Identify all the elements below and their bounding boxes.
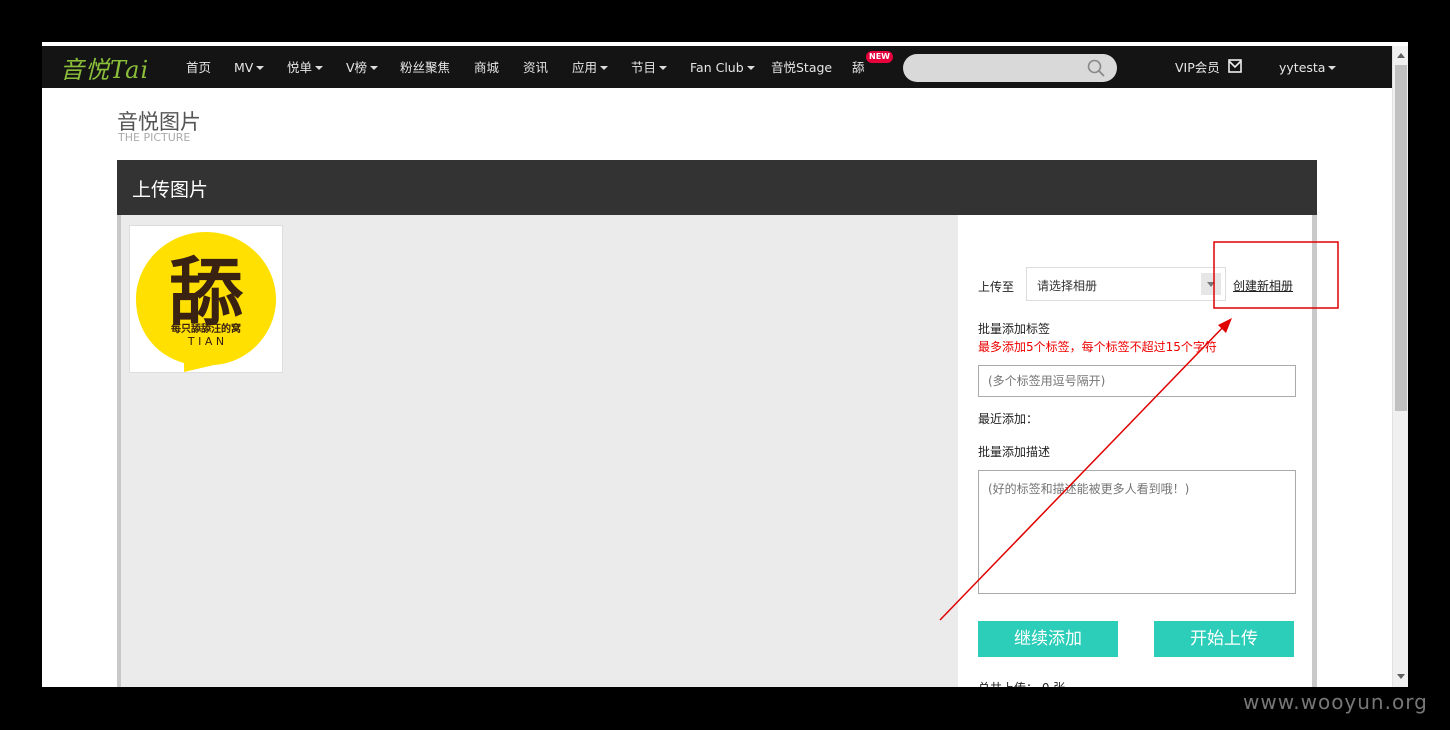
tags-limit-warning: 最多添加5个标签，每个标签不超过15个字符 — [978, 340, 1217, 354]
image-list-area: 舔 每只舔舔汪的窝 T I A N — [117, 215, 958, 687]
description-textarea[interactable] — [978, 470, 1296, 594]
create-album-link[interactable]: 创建新相册 — [1233, 277, 1293, 294]
browser-viewport: 音悦Tai 首页 MV 悦单 V榜 粉丝聚焦 商城 资讯 应用 节目 Fan C… — [42, 42, 1408, 687]
thumbnail-slogan: 每只舔舔汪的窝 — [171, 322, 241, 335]
chevron-down-icon — [315, 65, 324, 70]
scrollbar-thumb[interactable] — [1395, 65, 1407, 411]
chevron-down-icon — [256, 65, 265, 70]
album-select-value: 请选择相册 — [1037, 279, 1098, 293]
nav-item-news[interactable]: 资讯 — [523, 46, 548, 88]
nav-item-tian[interactable]: 舔 — [852, 46, 865, 88]
nav-item-apps[interactable]: 应用 — [572, 46, 609, 88]
thumbnail-pinyin: T I A N — [187, 335, 224, 348]
total-upload-count: 总共上传： 0 张 — [978, 679, 1065, 687]
batch-desc-label: 批量添加描述 — [978, 445, 1051, 459]
vip-link[interactable]: VIP会员 — [1175, 46, 1220, 88]
album-select[interactable]: 请选择相册 — [1026, 267, 1226, 301]
top-navbar: 音悦Tai 首页 MV 悦单 V榜 粉丝聚焦 商城 资讯 应用 节目 Fan C… — [42, 46, 1392, 88]
scroll-up-arrow-icon[interactable] — [1397, 53, 1405, 58]
panel-header: 上传图片 — [117, 160, 1317, 215]
dropdown-arrow-icon[interactable] — [1201, 273, 1221, 295]
nav-item-shows[interactable]: 节目 — [631, 46, 668, 88]
chevron-down-icon — [1328, 65, 1337, 70]
nav-item-playlist[interactable]: 悦单 — [287, 46, 324, 88]
nav-item-mv[interactable]: MV — [234, 46, 265, 88]
search-input[interactable] — [903, 54, 1117, 82]
scrollbar[interactable] — [1392, 46, 1408, 687]
mail-icon[interactable] — [1228, 59, 1242, 73]
site-logo[interactable]: 音悦Tai — [60, 53, 149, 84]
nav-item-fanclub[interactable]: Fan Club — [690, 46, 755, 88]
search-icon[interactable] — [1087, 59, 1105, 77]
chevron-down-icon — [746, 65, 755, 70]
chevron-down-icon — [600, 65, 609, 70]
batch-tags-label: 批量添加标签 — [978, 322, 1051, 336]
nav-item-fans[interactable]: 粉丝聚焦 — [400, 46, 450, 88]
scroll-down-arrow-icon[interactable] — [1397, 674, 1405, 679]
page-subtitle: THE PICTURE — [118, 131, 191, 144]
continue-add-button[interactable]: 继续添加 — [978, 621, 1118, 657]
nav-item-shop[interactable]: 商城 — [474, 46, 499, 88]
upload-form: 上传至 请选择相册 创建新相册 批量添加标签 最多添加5个标签，每个标签不超过1… — [958, 215, 1317, 687]
chevron-down-icon — [370, 65, 379, 70]
nav-item-stage[interactable]: 音悦Stage — [771, 46, 832, 88]
recent-tags-label: 最近添加： — [978, 412, 1039, 426]
nav-item-vchart[interactable]: V榜 — [346, 46, 379, 88]
start-upload-button[interactable]: 开始上传 — [1154, 621, 1294, 657]
upload-to-label: 上传至 — [978, 280, 1015, 294]
uploaded-image-thumbnail[interactable]: 舔 每只舔舔汪的窝 T I A N — [129, 225, 283, 373]
nav-item-home[interactable]: 首页 — [186, 46, 211, 88]
panel-title: 上传图片 — [132, 179, 209, 201]
tian-logo-image: 舔 每只舔舔汪的窝 T I A N — [136, 232, 276, 372]
chevron-down-icon — [659, 65, 668, 70]
watermark: www.wooyun.org — [1243, 690, 1428, 714]
tags-input[interactable] — [978, 365, 1296, 397]
new-badge: NEW — [866, 51, 893, 63]
user-menu[interactable]: yytesta — [1279, 46, 1337, 88]
